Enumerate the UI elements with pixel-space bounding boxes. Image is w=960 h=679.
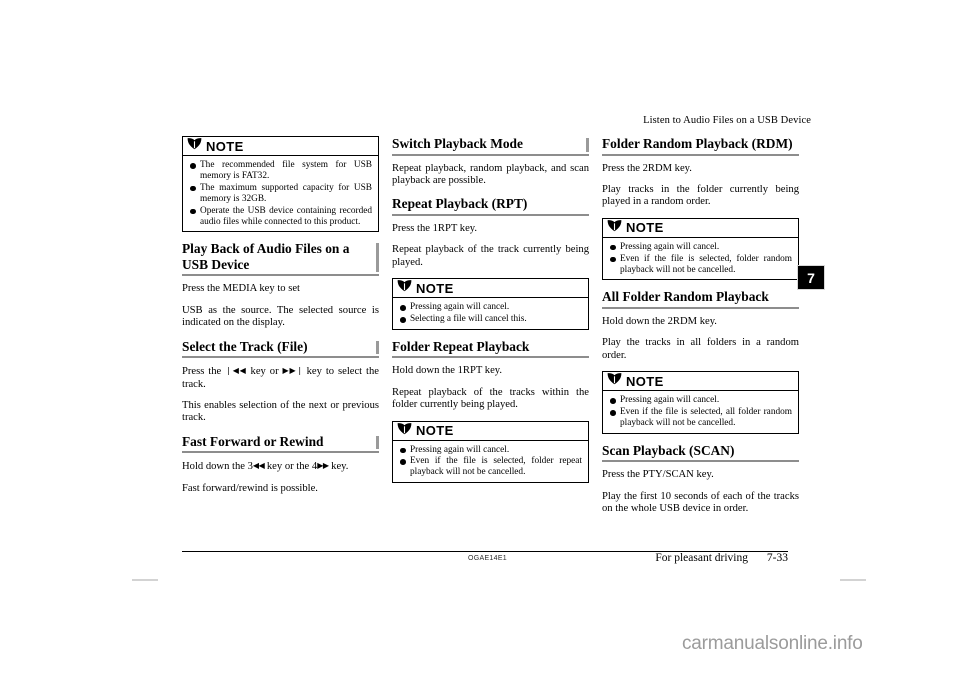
heading-play-back-audio-files: Play Back of Audio Files on a USB Device xyxy=(182,241,379,277)
note-item-list: Pressing again will cancel. Selecting a … xyxy=(393,298,588,329)
footer-document-code: OGAE14E1 xyxy=(468,555,507,562)
open-book-icon xyxy=(397,279,412,297)
manual-page: Listen to Audio Files on a USB Device NO… xyxy=(0,0,960,679)
column-right: Folder Random Playback (RDM) Press the 2… xyxy=(602,136,799,525)
column-middle: Switch Playback Mode Repeat playback, ra… xyxy=(392,136,589,492)
paragraph-scan-description: Play the first 10 seconds of each of the… xyxy=(602,490,799,515)
footer-section-name: For pleasant driving xyxy=(655,552,748,564)
paragraph-media-key: Press the MEDIA key to set xyxy=(182,283,300,295)
footer-page-number: 7-33 xyxy=(766,552,788,564)
open-book-icon xyxy=(397,422,412,440)
heading-folder-random-playback: Folder Random Playback (RDM) xyxy=(602,136,799,156)
heading-folder-repeat-playback: Folder Repeat Playback xyxy=(392,339,589,359)
text-fragment: Hold down the 3 xyxy=(182,461,253,473)
open-book-icon xyxy=(187,137,202,155)
heading-repeat-playback: Repeat Playback (RPT) xyxy=(392,196,589,216)
crop-mark-bottom-right xyxy=(840,579,866,581)
note-header: NOTE xyxy=(603,219,798,238)
note-item: Selecting a file will cancel this. xyxy=(399,314,582,325)
note-label: NOTE xyxy=(626,220,664,236)
note-box-usb-memory: NOTE The recommended file system for USB… xyxy=(182,136,379,233)
note-box-all-folder-random: NOTE Pressing again will cancel. Even if… xyxy=(602,371,799,434)
note-item-list: Pressing again will cancel. Even if the … xyxy=(603,391,798,433)
text-fragment: key. xyxy=(328,461,349,473)
note-header: NOTE xyxy=(603,372,798,392)
paragraph-playback-modes: Repeat playback, random playback, and sc… xyxy=(392,162,589,186)
paragraph-repeat-track: Repeat playback of the track currently b… xyxy=(392,244,589,268)
note-item: The maximum supported capacity for USB m… xyxy=(189,183,372,205)
previous-track-key-icon: ❘◀◀ xyxy=(225,366,247,376)
note-box-repeat: NOTE Pressing again will cancel. Selecti… xyxy=(392,278,589,330)
note-item-list: Pressing again will cancel. Even if the … xyxy=(393,441,588,483)
heading-all-folder-random-playback: All Folder Random Playback xyxy=(602,289,799,309)
rewind-key-icon: ◀◀ xyxy=(252,461,265,471)
note-item: Even if the file is selected, all folder… xyxy=(609,407,792,429)
text-fragment: key or xyxy=(246,366,283,378)
paragraph-hold-rpt: Hold down the 1RPT key. xyxy=(392,365,503,377)
paragraph-usb-source: USB as the source. The selected source i… xyxy=(182,304,379,329)
note-item: Even if the file is selected, folder rep… xyxy=(399,456,582,478)
heading-scan-playback: Scan Playback (SCAN) xyxy=(602,443,799,463)
crop-mark-bottom-left xyxy=(132,579,158,581)
note-item: Pressing again will cancel. xyxy=(609,395,792,406)
note-header: NOTE xyxy=(393,279,588,299)
open-book-icon xyxy=(607,372,622,390)
site-watermark: carmanualsonline.info xyxy=(682,633,863,654)
note-item-list: The recommended file system for USB memo… xyxy=(183,156,378,231)
paragraph-press-rpt: Press the 1RPT key. xyxy=(392,222,478,234)
note-box-folder-random: NOTE Pressing again will cancel. Even if… xyxy=(602,217,799,281)
heading-switch-playback-mode: Switch Playback Mode xyxy=(392,136,589,156)
heading-fast-forward-rewind: Fast Forward or Rewind xyxy=(182,434,379,454)
paragraph-folder-repeat: Repeat playback of the tracks within the… xyxy=(392,386,589,411)
note-item: Pressing again will cancel. xyxy=(399,445,582,456)
paragraph-next-previous: This enables selection of the next or pr… xyxy=(182,399,379,424)
paragraph-ff-possible: Fast forward/rewind is possible. xyxy=(182,482,318,494)
note-item: Even if the file is selected, folder ran… xyxy=(609,254,792,276)
paragraph-hold-keys: Hold down the 3◀◀ key or the 4▶▶ key. xyxy=(182,460,379,473)
note-box-folder-repeat: NOTE Pressing again will cancel. Even if… xyxy=(392,420,589,484)
note-item: The recommended file system for USB memo… xyxy=(189,160,372,182)
paragraph-hold-rdm: Hold down the 2RDM key. xyxy=(602,315,717,327)
note-label: NOTE xyxy=(416,280,454,296)
note-header: NOTE xyxy=(393,422,588,441)
paragraph-all-folder-random: Play the tracks in all folders in a rand… xyxy=(602,337,799,361)
chapter-tab-7: 7 xyxy=(797,265,825,290)
note-item-list: Pressing again will cancel. Even if the … xyxy=(603,238,798,280)
fast-forward-key-icon: ▶▶ xyxy=(317,461,329,471)
paragraph-press-scan: Press the PTY/SCAN key. xyxy=(602,469,714,481)
column-left: NOTE The recommended file system for USB… xyxy=(182,136,379,504)
text-fragment: Press the xyxy=(182,366,226,378)
note-item: Pressing again will cancel. xyxy=(399,302,582,313)
heading-select-track: Select the Track (File) xyxy=(182,339,379,359)
page-running-header: Listen to Audio Files on a USB Device xyxy=(643,115,811,126)
note-label: NOTE xyxy=(206,138,244,154)
note-item: Operate the USB device containing record… xyxy=(189,206,372,228)
paragraph-press-rdm: Press the 2RDM key. xyxy=(602,162,692,174)
text-fragment: key or the 4 xyxy=(264,461,318,473)
note-item: Pressing again will cancel. xyxy=(609,242,792,253)
note-label: NOTE xyxy=(416,423,454,439)
open-book-icon xyxy=(607,219,622,237)
note-label: NOTE xyxy=(626,373,664,389)
note-header: NOTE xyxy=(183,137,378,156)
paragraph-select-track: Press the ❘◀◀ key or ▶▶❘ key to select t… xyxy=(182,365,379,391)
next-track-key-icon: ▶▶❘ xyxy=(282,366,304,376)
paragraph-folder-random: Play tracks in the folder currently bein… xyxy=(602,183,799,208)
